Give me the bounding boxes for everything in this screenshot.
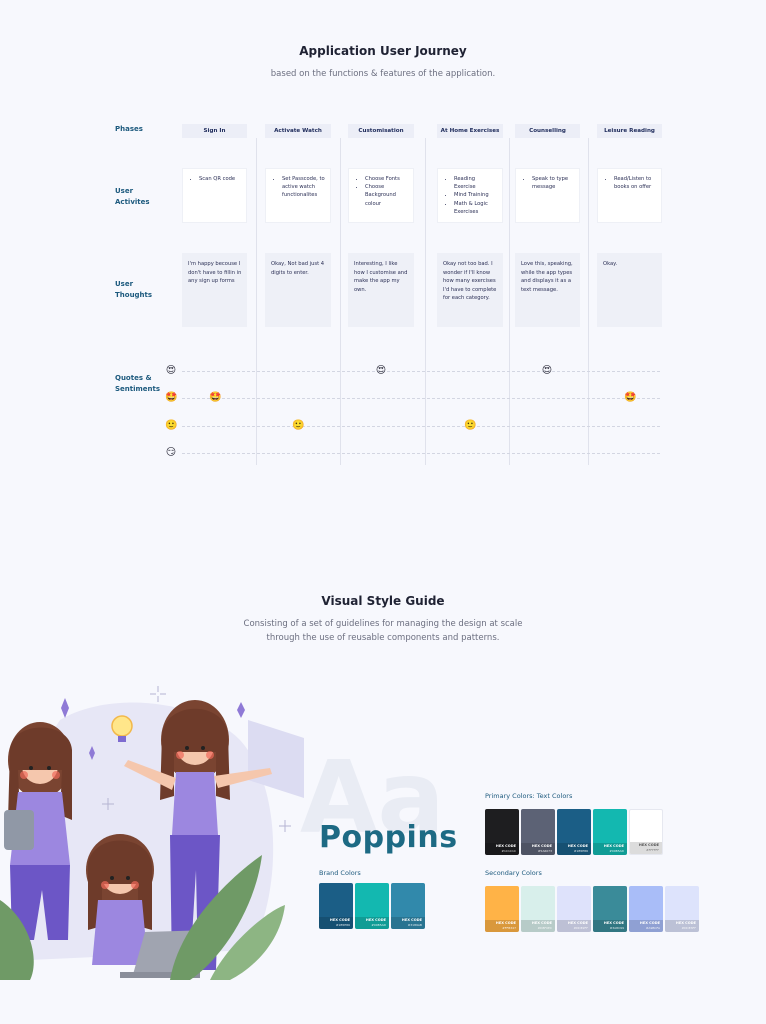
smile-emoji-icon: 🙂 [464, 420, 477, 431]
activity-card: Choose Fonts Choose Background colour [348, 168, 414, 223]
column-divider [340, 138, 341, 465]
row-label-thoughts: User Thoughts [115, 280, 153, 299]
primary-color-swatch: HEX CODE #1B5E86 [557, 809, 591, 855]
column-divider [588, 138, 589, 465]
activity-card: Scan QR code [182, 168, 247, 223]
secondary-color-swatch: HEX CODE #3A8C99 [593, 886, 627, 932]
secondary-color-swatch: HEX CODE #DDE2FF [557, 886, 591, 932]
activity-item: Math & Logic Exercises [454, 200, 498, 216]
smile-emoji-icon: 🙂 [165, 420, 178, 431]
primary-color-swatch: HEX CODE #5A6073 [521, 809, 555, 855]
phase-header: Leisure Reading [597, 124, 662, 138]
sentiment-line [182, 398, 660, 399]
secondary-color-swatch: HEX CODE #DDE3FF [665, 886, 699, 932]
swatch-hex-code: #00B5AD [609, 849, 624, 853]
swatch-hex-code: #FFB347 [502, 926, 516, 930]
star-struck-emoji-icon: 🤩 [165, 392, 178, 403]
swatch-hex-code: #A9BCFA [645, 926, 660, 930]
activity-item: Choose Fonts [365, 175, 409, 183]
sparkle-icon [61, 698, 69, 718]
illustration-women-with-devices [0, 686, 304, 980]
thought-card: I'm happy becouse I don't have to fillin… [182, 253, 247, 327]
activity-item: Speak to type message [532, 175, 575, 191]
journey-title: Application User Journey [299, 44, 467, 58]
heart-eyes-emoji-icon: 😍 [375, 365, 387, 376]
heart-eyes-emoji-icon: 😍 [165, 365, 177, 376]
activity-item: Reading Exercise [454, 175, 498, 191]
sentiment-line [182, 453, 660, 454]
row-label-activities: User Activites [115, 187, 150, 206]
phase-header: At Home Exercises [437, 124, 503, 138]
secondary-color-swatch: HEX CODE #FFB347 [485, 886, 519, 932]
activity-item: Choose Background colour [365, 183, 409, 208]
swatch-hex-code: #DDE2FF [573, 926, 588, 930]
star-struck-emoji-icon: 🤩 [624, 392, 637, 403]
column-divider [256, 138, 257, 465]
brand-color-swatch: HEX CODE #1B5E86 [319, 883, 353, 929]
activity-card: Reading Exercise Mind Training Math & Lo… [437, 168, 503, 223]
heart-eyes-emoji-icon: 😍 [541, 365, 553, 376]
brand-color-swatch: HEX CODE #3189AB [391, 883, 425, 929]
row-label-quotes: Quotes & Sentiments [115, 374, 161, 393]
secondary-color-swatch: HEX CODE #A9BCFA [629, 886, 663, 932]
activity-item: Scan QR code [199, 175, 242, 183]
row-label-phases: Phases [115, 125, 143, 133]
swatch-hex-code: #1B5E86 [573, 849, 588, 853]
primary-colors-label: Primary Colors: Text Colors [485, 792, 573, 800]
font-name-sample: Poppins [319, 820, 458, 855]
style-guide-title: Visual Style Guide [321, 594, 445, 608]
swatch-hex-code: #1B5E86 [335, 923, 350, 927]
activity-card: Read/Listen to books on offer [597, 168, 662, 223]
sparkle-icon [237, 702, 245, 718]
phase-header: Customisation [348, 124, 414, 138]
primary-color-swatch: HEX CODE #FFFFFF [629, 809, 663, 855]
brand-colors-label: Brand Colors [319, 869, 361, 877]
thought-card: Okay. [597, 253, 662, 327]
thought-card: Okay not too bad. I wonder if I'll know … [437, 253, 503, 327]
phase-header: Counselling [515, 124, 580, 138]
sentiment-line [182, 371, 660, 372]
secondary-color-swatch: HEX CODE #D8F0EC [521, 886, 555, 932]
swatch-hex-code: #D8F0EC [537, 926, 552, 930]
activity-card: Speak to type message [515, 168, 580, 223]
column-divider [425, 138, 426, 465]
activity-card: Set Passcode, to active watch functional… [265, 168, 331, 223]
brand-color-swatch: HEX CODE #00B5AD [355, 883, 389, 929]
swatch-hex-code: #FFFFFF [646, 848, 659, 852]
activity-item: Read/Listen to books on offer [614, 175, 657, 191]
activity-item: Mind Training [454, 191, 498, 199]
style-guide-subtitle: Consisting of a set of guidelines for ma… [243, 619, 523, 643]
primary-color-swatch: HEX CODE #00B5AD [593, 809, 627, 855]
activity-item: Set Passcode, to active watch functional… [282, 175, 326, 200]
column-divider [509, 138, 510, 465]
swatch-hex-code: #00B5AD [371, 923, 386, 927]
smirk-emoji-icon: 😏 [165, 447, 177, 458]
thought-card: Okay, Not bad just 4 digits to enter. [265, 253, 331, 327]
tablet-icon [4, 810, 34, 850]
smile-emoji-icon: 🙂 [292, 420, 305, 431]
swatch-hex-code: #1C1C1C [501, 849, 516, 853]
thought-card: Interesting, I like how I customise and … [348, 253, 414, 327]
star-struck-emoji-icon: 🤩 [209, 392, 222, 403]
sentiment-line [182, 426, 660, 427]
journey-subtitle: based on the functions & features of the… [270, 69, 496, 79]
swatch-hex-code: #5A6073 [537, 849, 552, 853]
thought-card: Love this, speaking, while the app types… [515, 253, 580, 327]
swatch-hex-code: #3189AB [407, 923, 422, 927]
swatch-hex-code: #3A8C99 [609, 926, 624, 930]
phase-header: Sign In [182, 124, 247, 138]
phase-header: Activate Watch [265, 124, 331, 138]
swatch-hex-code: #DDE3FF [681, 926, 696, 930]
primary-color-swatch: HEX CODE #1C1C1C [485, 809, 519, 855]
secondary-colors-label: Secondary Colors [485, 869, 542, 877]
